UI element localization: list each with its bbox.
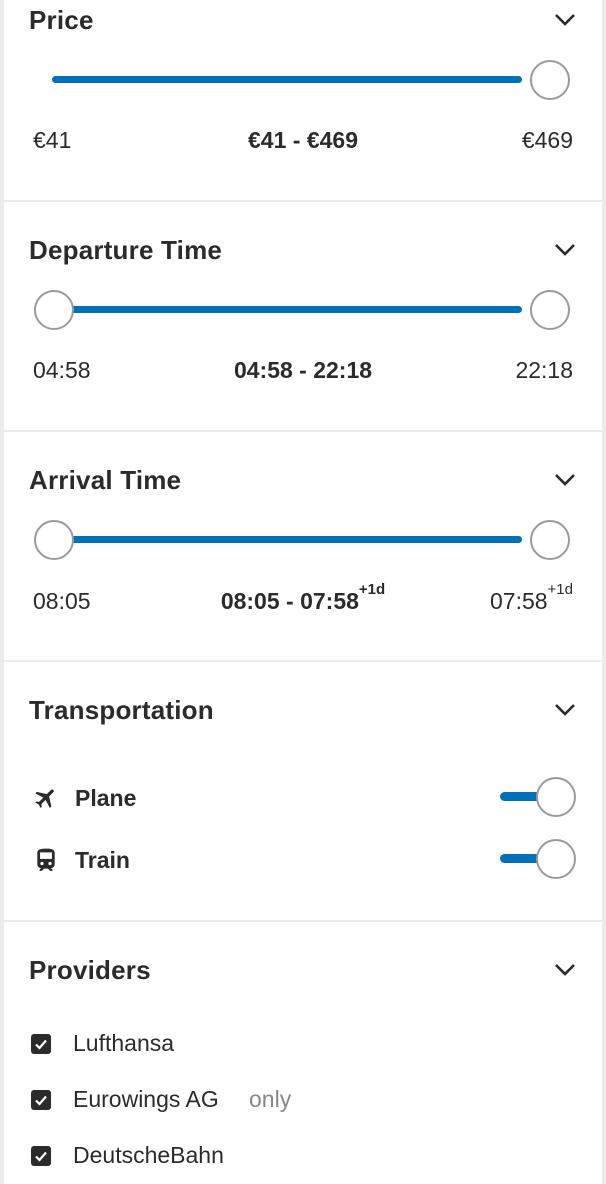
- provider-checkbox-eurowings[interactable]: [31, 1090, 51, 1110]
- departure-slider-max-handle[interactable]: [530, 290, 570, 330]
- arrival-max-label: 07:58+1d: [489, 581, 573, 615]
- transport-label-train: Train: [75, 847, 130, 873]
- arrival-slider-max-handle[interactable]: [530, 520, 570, 560]
- provider-item-eurowings[interactable]: Eurowings AG only: [31, 1086, 431, 1116]
- transport-option-train[interactable]: Train: [29, 839, 576, 879]
- plane-toggle[interactable]: [500, 777, 576, 817]
- provider-label-deutschebahn: DeutscheBahn: [73, 1142, 224, 1168]
- divider: [4, 660, 602, 662]
- arrival-collapse-chevron-icon[interactable]: [554, 473, 576, 487]
- departure-title: Departure Time: [29, 235, 223, 265]
- arrival-range-text: 08:05 - 07:58: [220, 588, 359, 614]
- divider: [4, 200, 602, 202]
- train-icon: [33, 847, 59, 873]
- price-collapse-chevron-icon[interactable]: [554, 13, 576, 27]
- departure-slider-track[interactable]: [52, 306, 522, 313]
- arrival-slider-min-handle[interactable]: [34, 520, 74, 560]
- arrival-slider-track[interactable]: [52, 536, 522, 543]
- providers-collapse-chevron-icon[interactable]: [554, 963, 576, 977]
- departure-slider-min-handle[interactable]: [34, 290, 74, 330]
- check-icon: [35, 1151, 47, 1162]
- price-max-label: €469: [521, 127, 573, 153]
- price-slider-track[interactable]: [52, 76, 522, 83]
- transportation-collapse-chevron-icon[interactable]: [554, 703, 576, 717]
- provider-label-eurowings: Eurowings AG: [73, 1086, 219, 1112]
- train-toggle[interactable]: [500, 839, 576, 879]
- arrival-max-text: 07:58: [489, 588, 548, 614]
- providers-title: Providers: [29, 955, 151, 985]
- arrival-title: Arrival Time: [29, 465, 182, 495]
- provider-checkbox-lufthansa[interactable]: [31, 1034, 51, 1054]
- arrival-max-next-day: +1d: [547, 581, 573, 598]
- divider: [4, 430, 602, 432]
- provider-checkbox-deutschebahn[interactable]: [31, 1146, 51, 1166]
- divider: [4, 920, 602, 922]
- transport-label-plane: Plane: [75, 785, 137, 811]
- departure-max-label: 22:18: [515, 357, 573, 383]
- provider-only-link-eurowings[interactable]: only: [249, 1086, 291, 1113]
- train-toggle-knob[interactable]: [536, 839, 576, 879]
- check-icon: [35, 1039, 47, 1050]
- transportation-title: Transportation: [29, 695, 214, 725]
- check-icon: [35, 1095, 47, 1106]
- plane-toggle-knob[interactable]: [536, 777, 576, 817]
- arrival-range-next-day: +1d: [358, 581, 386, 598]
- departure-collapse-chevron-icon[interactable]: [554, 243, 576, 257]
- provider-item-deutschebahn[interactable]: DeutscheBahn: [31, 1142, 431, 1172]
- transport-option-plane[interactable]: Plane: [29, 777, 576, 817]
- provider-item-lufthansa[interactable]: Lufthansa: [31, 1030, 431, 1060]
- plane-icon: [33, 785, 59, 811]
- price-range-label: €41 - €469: [248, 127, 358, 153]
- price-slider-max-handle[interactable]: [530, 60, 570, 100]
- provider-label-lufthansa: Lufthansa: [73, 1030, 175, 1056]
- price-title: Price: [29, 5, 94, 35]
